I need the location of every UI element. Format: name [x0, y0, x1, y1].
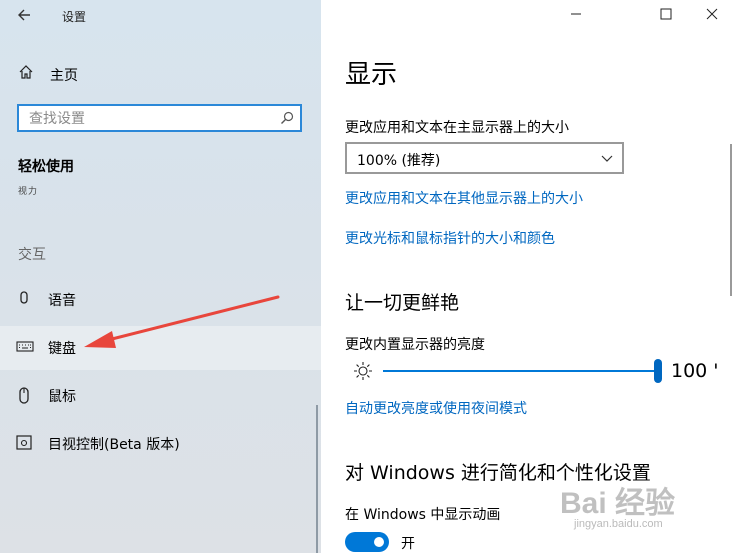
sidebar-item-speech[interactable]: 语音	[0, 278, 321, 322]
close-icon	[706, 8, 718, 20]
animation-toggle[interactable]	[345, 532, 389, 552]
brightness-value: 100 '	[671, 360, 719, 382]
link-auto-brightness[interactable]: 自动更改亮度或使用夜间模式	[345, 398, 527, 418]
simplify-heading: 对 Windows 进行简化和个性化设置	[345, 462, 651, 484]
mouse-icon	[19, 387, 29, 404]
slider-track[interactable]	[383, 370, 659, 372]
maximize-icon	[660, 8, 672, 20]
app-title: 设置	[62, 10, 87, 24]
section-subtitle: 视力	[18, 187, 39, 197]
group-label: 交互	[18, 247, 46, 263]
sidebar: 设置 主页 轻松使用 视力 交互 语音 键盘 鼠标 目视控制(Beta 版本)	[0, 0, 321, 553]
search-input[interactable]	[27, 108, 281, 130]
sun-icon	[354, 362, 372, 380]
minimize-icon	[571, 13, 581, 15]
size-dropdown[interactable]: 100% (推荐)	[345, 142, 624, 174]
keyboard-icon	[16, 341, 34, 352]
sidebar-item-keyboard[interactable]: 键盘	[0, 326, 321, 370]
section-title: 轻松使用	[18, 159, 74, 175]
brightness-label: 更改内置显示器的亮度	[345, 337, 485, 353]
title-bar: 设置	[0, 0, 321, 34]
size-label: 更改应用和文本在主显示器上的大小	[345, 120, 569, 136]
sidebar-item-label: 目视控制(Beta 版本)	[48, 437, 180, 453]
dropdown-value: 100% (推荐)	[357, 153, 441, 169]
microphone-icon	[20, 291, 28, 304]
sidebar-item-label: 键盘	[48, 341, 76, 357]
sidebar-scrollbar[interactable]	[316, 405, 318, 553]
brightness-heading: 让一切更鲜艳	[345, 292, 460, 314]
back-button[interactable]	[12, 6, 36, 28]
content-scrollbar[interactable]	[730, 144, 732, 296]
maximize-button[interactable]	[643, 0, 689, 32]
page-title: 显示	[345, 60, 398, 90]
sidebar-item-label: 主页	[50, 68, 78, 84]
toggle-state-label: 开	[401, 536, 415, 552]
content-pane: 显示 更改应用和文本在主显示器上的大小 100% (推荐) 更改应用和文本在其他…	[321, 0, 737, 553]
minimize-button[interactable]	[553, 0, 599, 32]
link-cursor-size[interactable]: 更改光标和鼠标指针的大小和颜色	[345, 228, 555, 248]
search-icon[interactable]	[280, 111, 294, 125]
sidebar-item-label: 语音	[48, 293, 76, 309]
brightness-slider[interactable]: 100 '	[345, 358, 737, 384]
link-other-displays[interactable]: 更改应用和文本在其他显示器上的大小	[345, 188, 583, 208]
sidebar-item-eye-control[interactable]: 目视控制(Beta 版本)	[0, 422, 321, 466]
back-arrow-icon	[18, 9, 30, 21]
toggle-knob	[374, 537, 384, 547]
sidebar-item-label: 鼠标	[48, 389, 76, 405]
chevron-down-icon	[601, 155, 613, 162]
eye-control-icon	[16, 435, 32, 450]
sidebar-item-home[interactable]: 主页	[0, 56, 321, 90]
home-icon	[19, 65, 33, 79]
animation-label: 在 Windows 中显示动画	[345, 507, 501, 523]
close-button[interactable]	[689, 0, 735, 32]
search-box[interactable]	[17, 104, 302, 132]
sidebar-item-mouse[interactable]: 鼠标	[0, 374, 321, 418]
slider-thumb[interactable]	[654, 359, 662, 383]
